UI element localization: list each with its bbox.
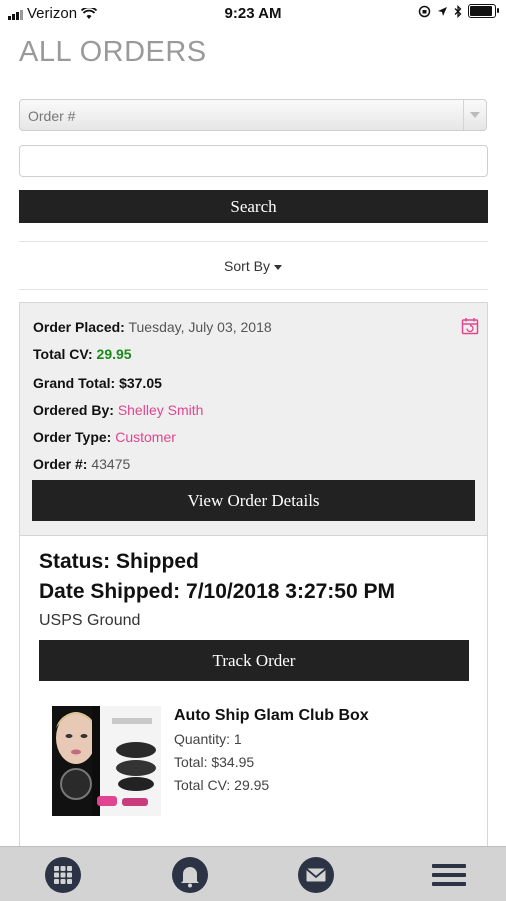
menu-icon (432, 864, 466, 886)
order-type-label: Order Type: (33, 429, 112, 445)
shipment-status: Status: Shipped (39, 550, 199, 573)
sort-by-label: Sort By (224, 258, 270, 274)
filter-type-select[interactable]: Order # (19, 99, 487, 131)
order-type-value: Customer (115, 429, 176, 445)
shipping-method: USPS Ground (39, 612, 141, 629)
ordered-by-row: Ordered By: Shelley Smith (33, 402, 203, 418)
grand-total-value: $37.05 (119, 375, 162, 391)
order-number-row: Order #: 43475 (33, 456, 130, 472)
total-cv-label: Total CV: (33, 346, 93, 362)
tab-messages[interactable] (296, 855, 336, 895)
mail-icon (298, 857, 334, 893)
product-total: Total: $34.95 (174, 754, 255, 770)
tab-notifications[interactable] (170, 855, 210, 895)
order-card: Order Placed: Tuesday, July 03, 2018 Tot… (19, 302, 488, 862)
view-order-details-button[interactable]: View Order Details (32, 480, 475, 521)
product-photo (52, 706, 161, 816)
bell-icon (172, 857, 208, 893)
search-input[interactable] (19, 145, 488, 177)
bottom-tab-bar (0, 846, 506, 901)
sort-by-dropdown[interactable]: Sort By (0, 258, 506, 274)
location-icon (438, 6, 447, 16)
filter-type-value: Order # (28, 108, 76, 124)
search-button[interactable]: Search (19, 190, 488, 223)
chevron-down-icon (463, 100, 486, 130)
ordered-by-label: Ordered By: (33, 402, 114, 418)
order-type-row: Order Type: Customer (33, 429, 176, 445)
status-icons (418, 4, 499, 18)
product-quantity: Quantity: 1 (174, 731, 242, 747)
order-number-label: Order #: (33, 456, 88, 472)
tab-menu[interactable] (428, 855, 468, 895)
order-summary: Order Placed: Tuesday, July 03, 2018 Tot… (20, 303, 487, 536)
divider (19, 289, 488, 290)
order-placed-value: Tuesday, July 03, 2018 (128, 319, 272, 335)
bluetooth-icon (454, 4, 462, 18)
product-image (52, 706, 161, 816)
grand-total-label: Grand Total: (33, 375, 116, 391)
shipment-date: Date Shipped: 7/10/2018 3:27:50 PM (39, 580, 395, 603)
calendar-icon[interactable] (461, 317, 479, 335)
track-order-button[interactable]: Track Order (39, 640, 469, 681)
tab-apps[interactable] (43, 855, 83, 895)
orientation-lock-icon (418, 5, 431, 17)
order-placed-label: Order Placed: (33, 319, 125, 335)
divider (19, 241, 488, 242)
page-title: ALL ORDERS (19, 36, 207, 68)
caret-down-icon (273, 264, 282, 270)
ordered-by-link[interactable]: Shelley Smith (118, 402, 204, 418)
product-cv: Total CV: 29.95 (174, 777, 270, 793)
total-cv-value: 29.95 (96, 346, 132, 362)
grand-total-row: Grand Total: $37.05 (33, 375, 162, 391)
battery-icon (468, 4, 499, 18)
product-name[interactable]: Auto Ship Glam Club Box (174, 707, 369, 725)
total-cv-row: Total CV: 29.95 (33, 346, 132, 362)
order-number-value: 43475 (91, 456, 131, 472)
grid-icon (45, 857, 81, 893)
status-bar: Verizon 9:23 AM (0, 0, 506, 28)
order-placed-row: Order Placed: Tuesday, July 03, 2018 (33, 319, 272, 335)
